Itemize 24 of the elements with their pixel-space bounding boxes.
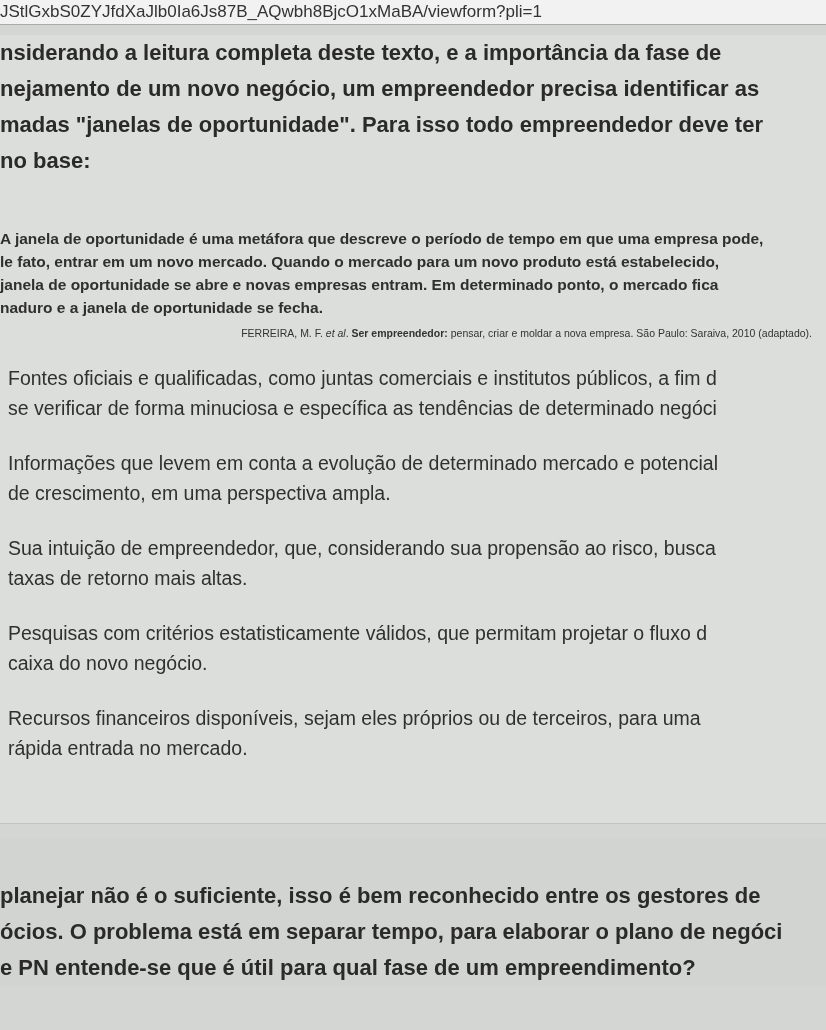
- citation-text: FERREIRA, M. F. et al. Ser empreendedor: pensar, criar e moldar a nova empresa. São Paulo: Saraiva, 2010 (adaptado).: [240, 327, 812, 339]
- question-text-line: madas "janelas de oportunidade". Para isso todo empreendedor deve ter: [0, 111, 764, 139]
- option-text-line: Pesquisas com critérios estatisticamente válidos, que permitam projetar o fluxo d: [8, 621, 709, 646]
- quote-text-line: janela de oportunidade se abre e novas empresas entram. Em determinado ponto, o mercado fica: [0, 275, 720, 295]
- option-text-line: caixa do novo negócio.: [8, 651, 209, 676]
- option-text-line: taxas de retorno mais altas.: [8, 566, 249, 591]
- quote-text-line: A janela de oportunidade é uma metáfora que descreve o período de tempo em que uma empresa pode,: [0, 229, 765, 249]
- option-text-line: rápida entrada no mercado.: [8, 736, 249, 761]
- url-text: JStlGxbS0ZYJfdXaJlb0Ia6Js87B_AQwbh8BjcO1xMaBA/viewform?pli=1: [0, 2, 542, 22]
- question-text-line: planejar não é o suficiente, isso é bem reconhecido entre os gestores de: [0, 882, 762, 910]
- quote-text-line: naduro e a janela de oportunidade se fecha.: [0, 298, 324, 318]
- question-text-line: nejamento de um novo negócio, um empreendedor precisa identificar as: [0, 75, 761, 103]
- quote-text-line: le fato, entrar em um novo mercado. Quando o mercado para um novo produto está estabelecido,: [0, 252, 721, 272]
- question-text-line: ócios. O problema está em separar tempo, para elaborar o plano de negóci: [0, 918, 784, 946]
- option-text-line: Informações que levem em conta a evolução de determinado mercado e potencial: [8, 451, 719, 476]
- question-text-line: e PN entende-se que é útil para qual fase de um empreendimento?: [0, 954, 697, 982]
- address-bar[interactable]: JStlGxbS0ZYJfdXaJlb0Ia6Js87B_AQwbh8BjcO1xMaBA/viewform?pli=1: [0, 0, 826, 25]
- question-text-line: nsiderando a leitura completa deste texto, e a importância da fase de: [0, 39, 723, 67]
- option-text-line: Recursos financeiros disponíveis, sejam eles próprios ou de terceiros, para uma: [8, 706, 702, 731]
- option-text-line: se verificar de forma minuciosa e específica as tendências de determinado negóci: [8, 396, 718, 421]
- option-text-line: de crescimento, em uma perspectiva ampla.: [8, 481, 392, 506]
- option-text-line: Sua intuição de empreendedor, que, considerando sua propensão ao risco, busca: [8, 536, 717, 561]
- option-text-line: Fontes oficiais e qualificadas, como juntas comerciais e institutos públicos, a fim d: [8, 366, 718, 391]
- question-text-line: no base:: [0, 147, 92, 175]
